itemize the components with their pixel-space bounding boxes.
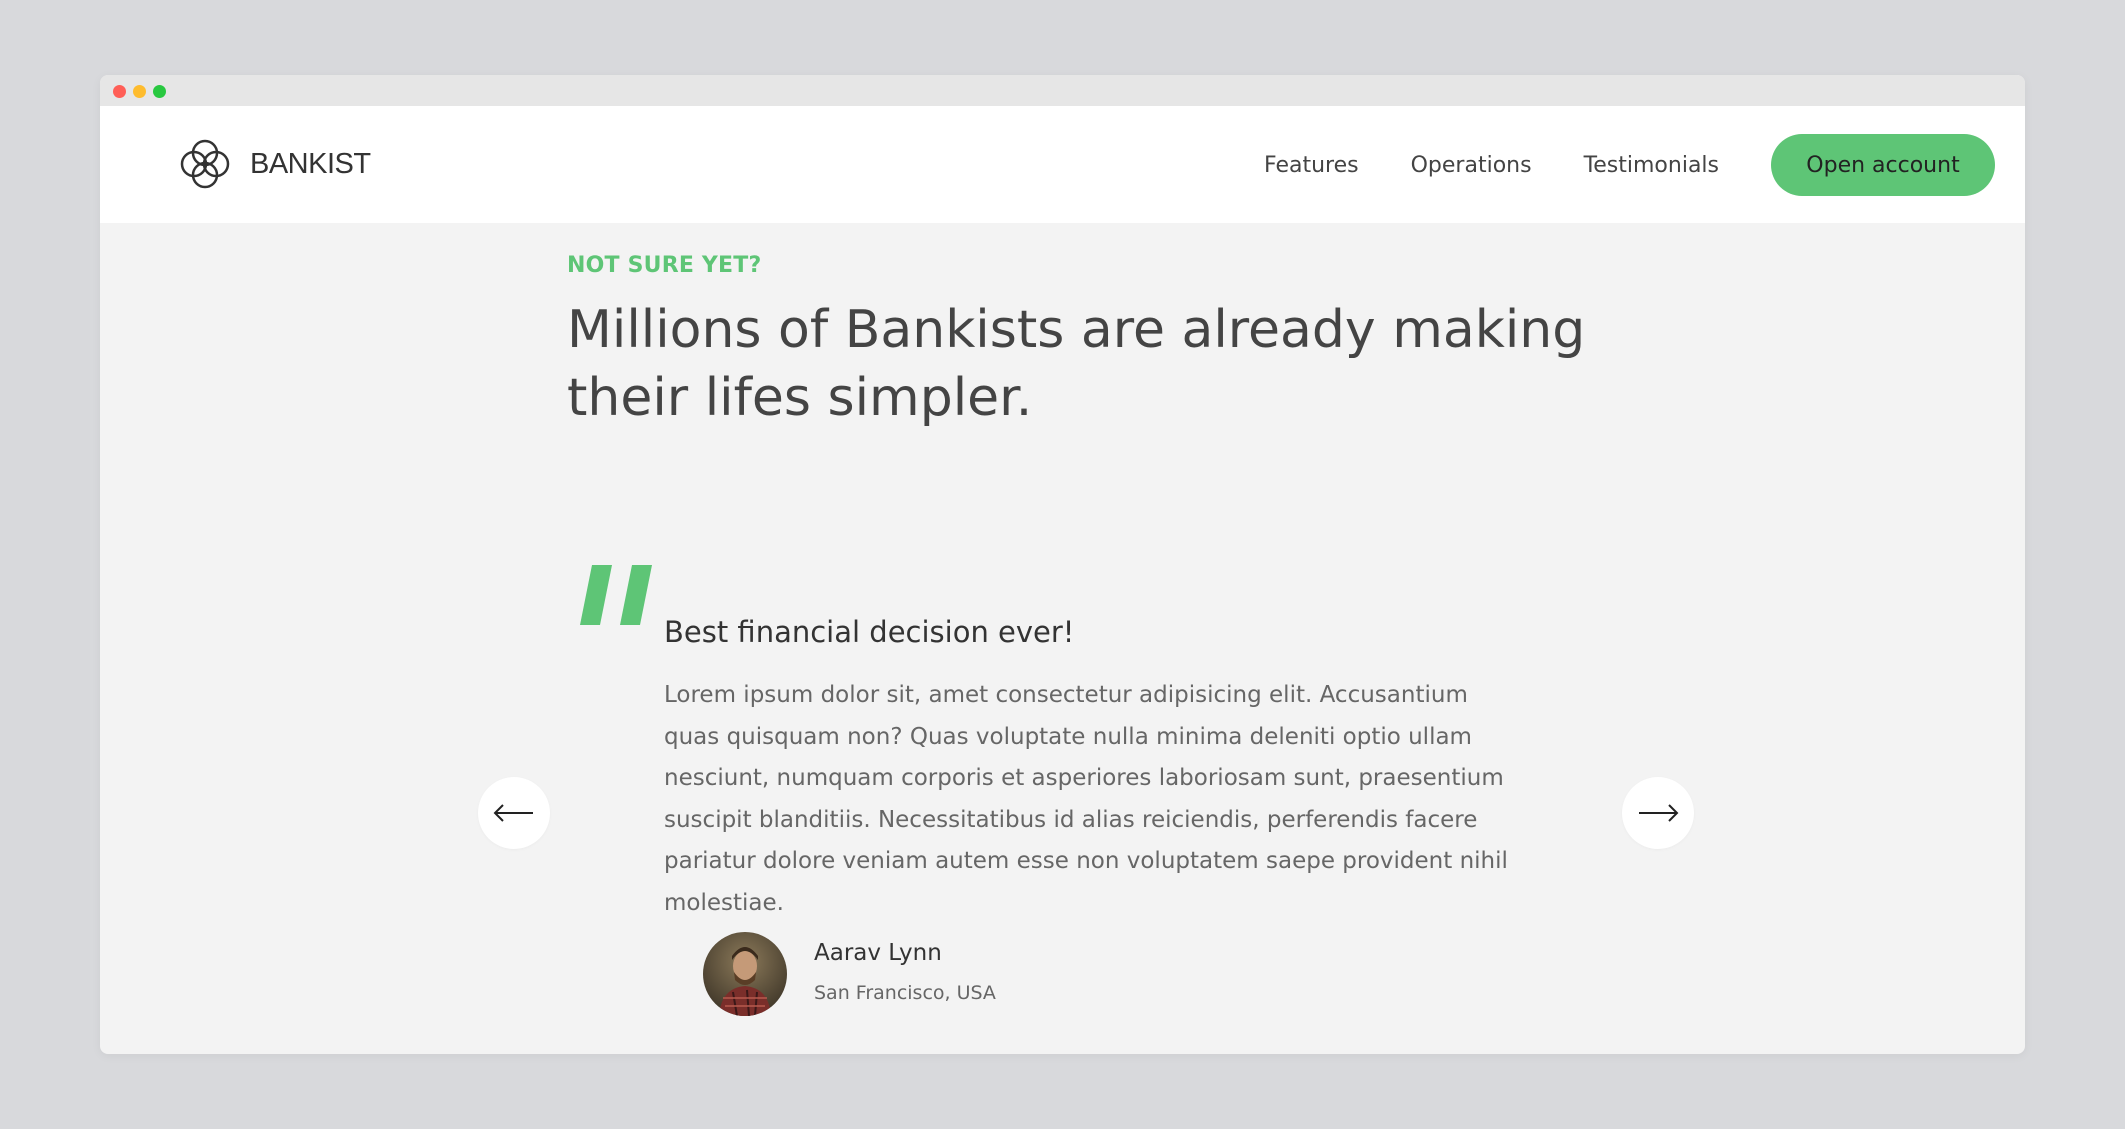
- window-titlebar: [100, 75, 2025, 106]
- author-name: Aarav Lynn: [814, 940, 942, 966]
- arrow-right-icon: [1639, 804, 1679, 822]
- section-heading: Millions of Bankists are already making …: [567, 300, 1586, 428]
- slider-prev-button[interactable]: [478, 777, 550, 849]
- close-window-button[interactable]: [113, 85, 126, 98]
- open-account-button[interactable]: Open account: [1771, 134, 1995, 196]
- browser-window: BANKIST Features Operations Testimonials…: [100, 75, 2025, 1054]
- testimonial-text: Lorem ipsum dolor sit, amet consectetur …: [664, 682, 1508, 916]
- bankist-logo-icon: [180, 139, 230, 189]
- minimize-window-button[interactable]: [133, 85, 146, 98]
- maximize-window-button[interactable]: [153, 85, 166, 98]
- quote-mark-icon: [580, 565, 652, 625]
- testimonial-title: Best financial decision ever!: [664, 615, 1075, 649]
- author-location: San Francisco, USA: [814, 982, 996, 1004]
- author-avatar: [703, 932, 787, 1016]
- nav-links: Features Operations Testimonials Open ac…: [1264, 134, 1995, 196]
- navigation-bar: BANKIST Features Operations Testimonials…: [100, 106, 2025, 223]
- nav-link-testimonials[interactable]: Testimonials: [1584, 153, 1719, 178]
- section-eyebrow: NOT SURE YET?: [567, 253, 762, 278]
- nav-link-operations[interactable]: Operations: [1411, 153, 1532, 178]
- arrow-left-icon: [493, 804, 533, 822]
- brand-logo[interactable]: BANKIST: [175, 133, 371, 195]
- nav-link-features[interactable]: Features: [1264, 153, 1359, 178]
- slider-next-button[interactable]: [1622, 777, 1694, 849]
- brand-name: BANKIST: [250, 147, 371, 180]
